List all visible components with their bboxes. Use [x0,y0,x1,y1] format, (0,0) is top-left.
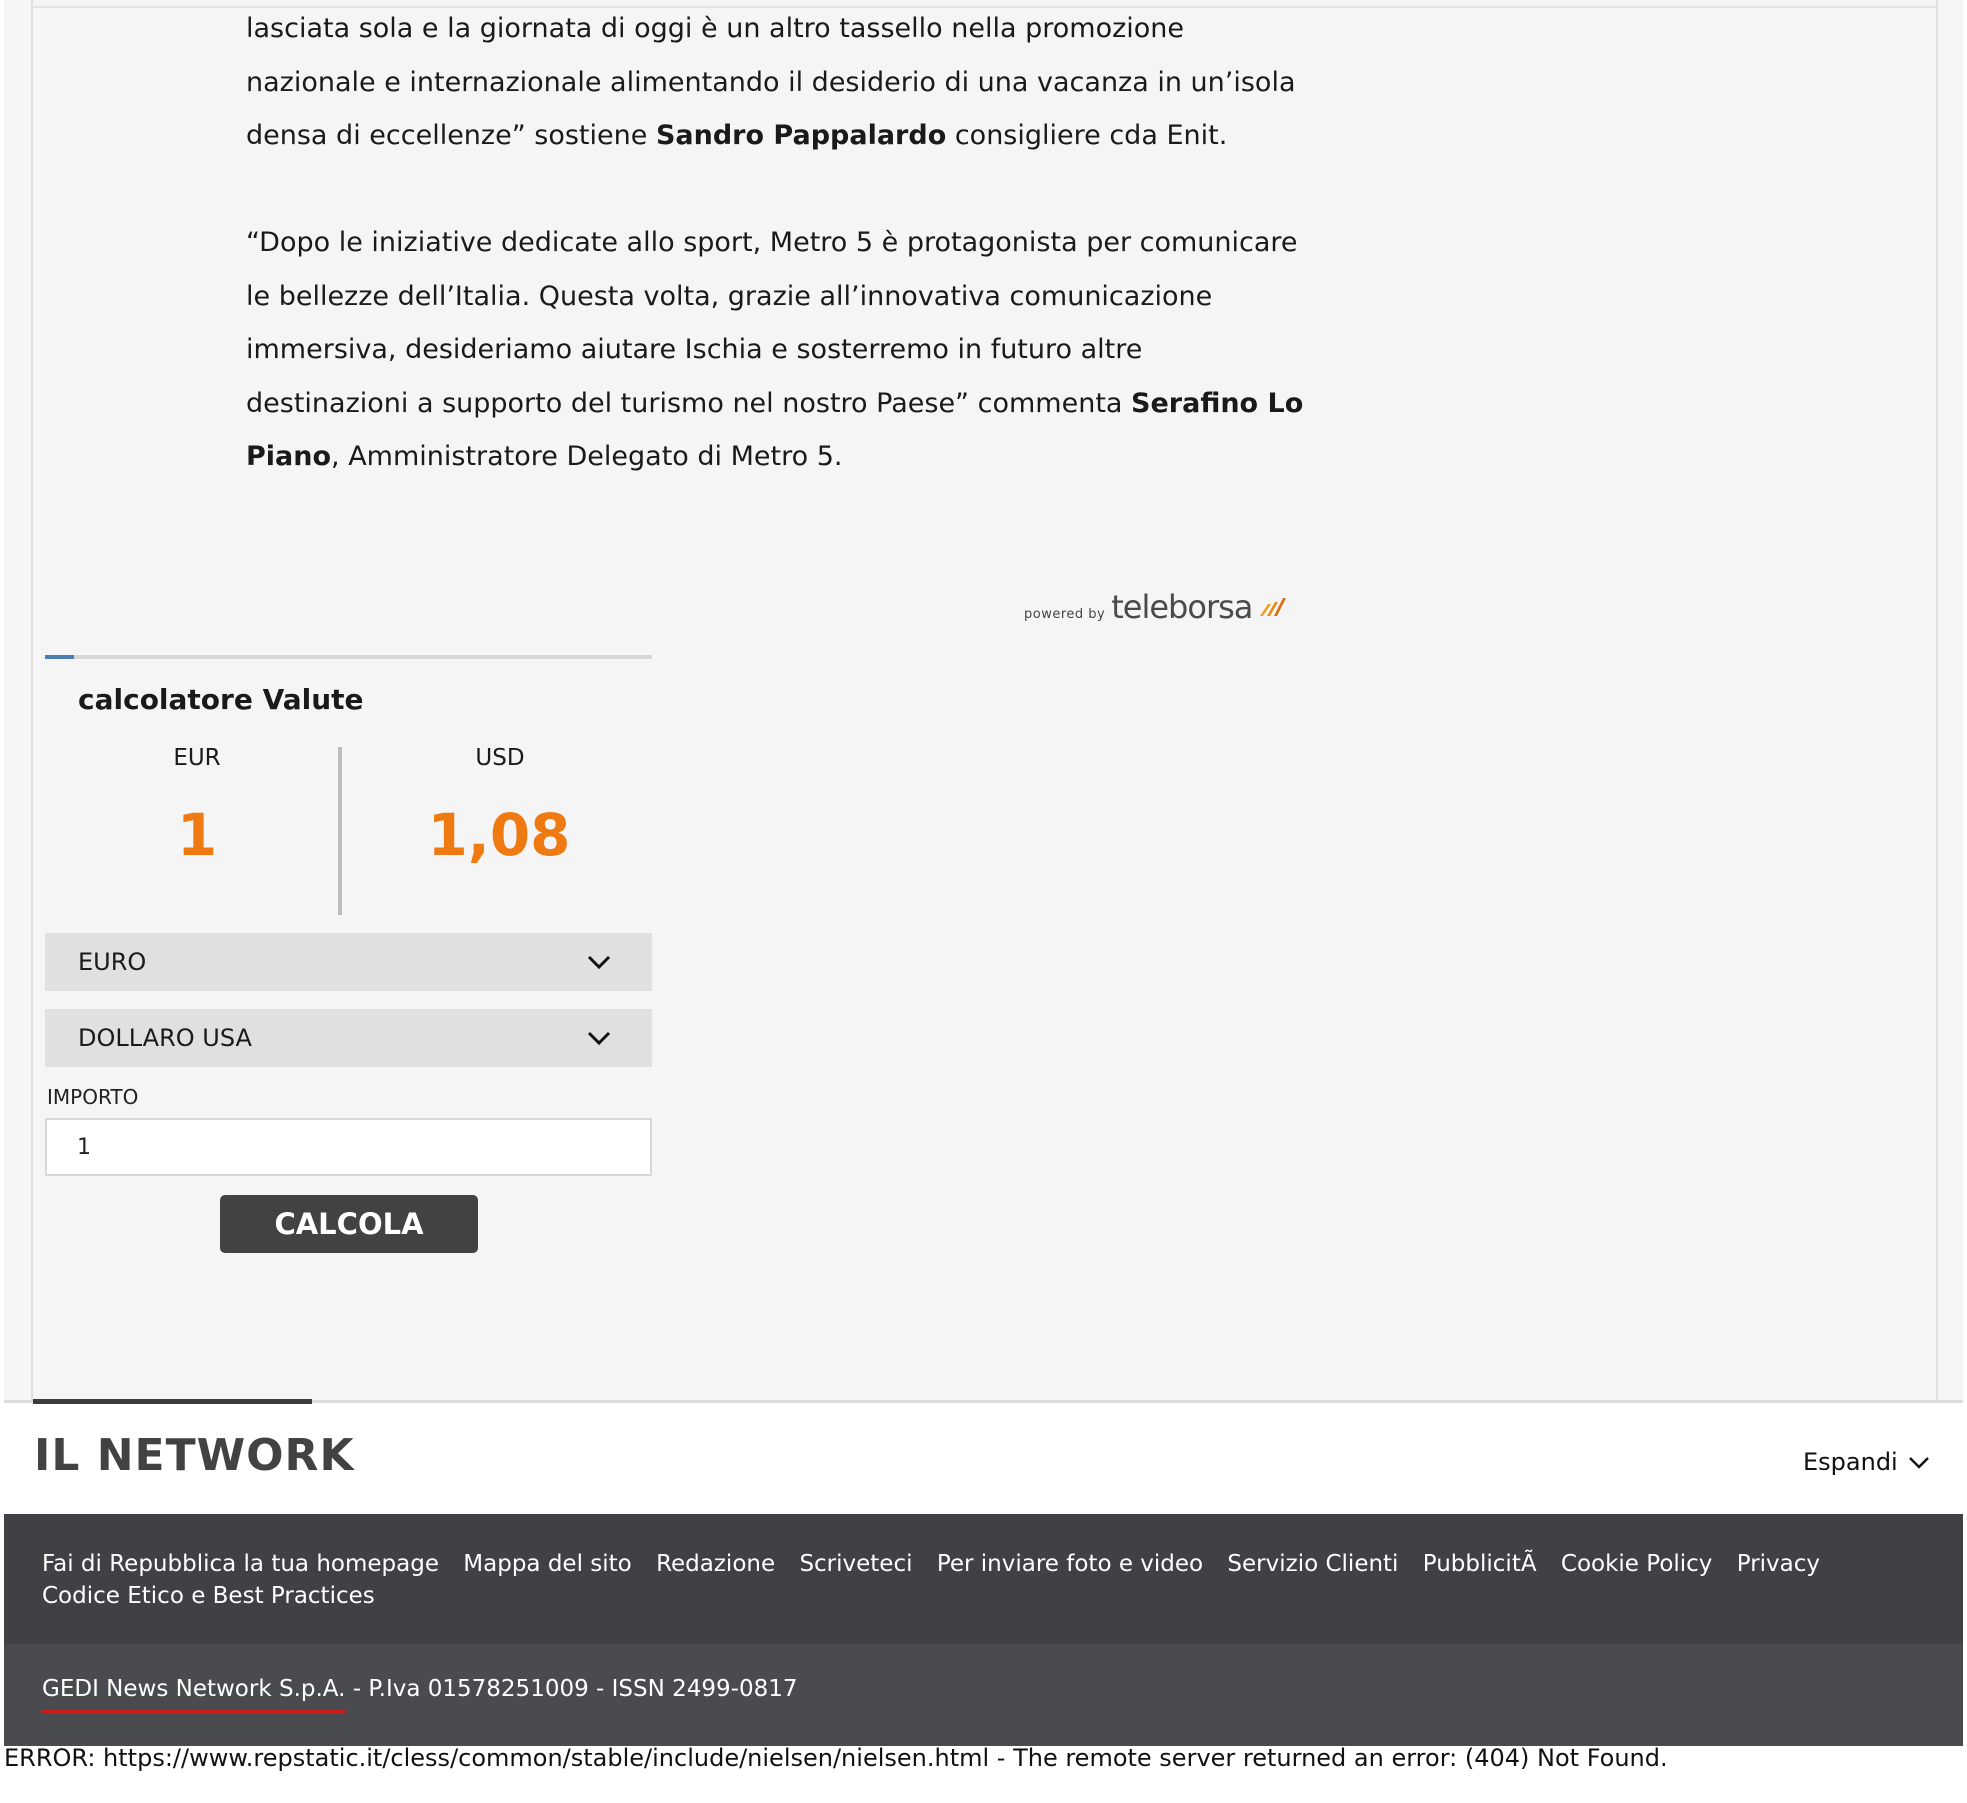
to-currency-code: USD [475,745,525,771]
from-currency-code: EUR [173,745,221,771]
paragraph-text: consigliere cda Enit. [946,120,1228,151]
network-accent [33,1399,312,1404]
footer-links: Fai di Repubblica la tua homepage Mappa … [42,1548,1922,1612]
teleborsa-brand: teleborsa [1111,588,1253,626]
footer-link-advertising[interactable]: PubblicitÃ [1423,1551,1537,1577]
chevron-down-icon [1908,1457,1929,1469]
article-paragraph: lasciata sola e la giornata di oggi è un… [246,2,1306,163]
expand-label: Espandi [1803,1448,1898,1476]
to-currency-select[interactable]: DOLLARO USA [45,1009,652,1067]
calculator-accent [45,655,74,659]
calculate-button[interactable]: CALCOLA [220,1195,478,1253]
column-divider [338,747,342,915]
to-currency-value: DOLLARO USA [78,1024,252,1052]
powered-by-teleborsa-logo[interactable]: powered by teleborsa [1024,588,1287,626]
footer-link-code-of-ethics[interactable]: Codice Etico e Best Practices [42,1583,375,1609]
footer-legal-bar: GEDI News Network S.p.A. - P.Iva 0157825… [4,1644,1963,1746]
from-currency-value: EURO [78,948,147,976]
error-message: ERROR: https://www.repstatic.it/cless/co… [4,1744,1668,1772]
panel-border [1936,0,1938,1400]
footer-link-customer-service[interactable]: Servizio Clienti [1227,1551,1398,1577]
powered-by-label: powered by [1024,607,1106,622]
legal-info: GEDI News Network S.p.A. - P.Iva 0157825… [42,1676,798,1713]
chevron-down-icon [587,1031,611,1046]
vat-issn-text: - P.Iva 01578251009 - ISSN 2499-0817 [345,1676,798,1702]
footer-link-sitemap[interactable]: Mappa del sito [463,1551,631,1577]
paragraph-text: , Amministratore Delegato di Metro 5. [331,441,843,472]
amount-label: IMPORTO [47,1085,139,1109]
calculator-top-bar [45,655,652,659]
calculator-title: calcolatore Valute [78,683,364,716]
footer-link-privacy[interactable]: Privacy [1737,1551,1820,1577]
footer-link-redazione[interactable]: Redazione [656,1551,775,1577]
amount-input[interactable] [45,1118,652,1176]
from-amount: 1 [176,801,218,869]
currency-calculator: calcolatore Valute EUR USD 1 1,08 EURO D… [45,655,652,1255]
footer-link-homepage[interactable]: Fai di Repubblica la tua homepage [42,1551,439,1577]
expand-network-button[interactable]: Espandi [1803,1448,1930,1476]
article-paragraph: “Dopo le iniziative dedicate allo sport,… [246,216,1306,484]
converted-amount: 1,08 [427,801,571,869]
network-title: IL NETWORK [34,1430,355,1481]
panel-border [31,0,33,1400]
footer-link-cookie-policy[interactable]: Cookie Policy [1561,1551,1713,1577]
footer-link-scriveteci[interactable]: Scriveteci [799,1551,912,1577]
footer-links-bar: Fai di Repubblica la tua homepage Mappa … [4,1514,1963,1644]
teleborsa-mark-icon [1260,598,1287,616]
company-link[interactable]: GEDI News Network S.p.A. [42,1676,346,1713]
footer-link-send-photos[interactable]: Per inviare foto e video [937,1551,1203,1577]
from-currency-select[interactable]: EURO [45,933,652,991]
quoted-person: Sandro Pappalardo [655,120,947,151]
chevron-down-icon [587,955,611,970]
